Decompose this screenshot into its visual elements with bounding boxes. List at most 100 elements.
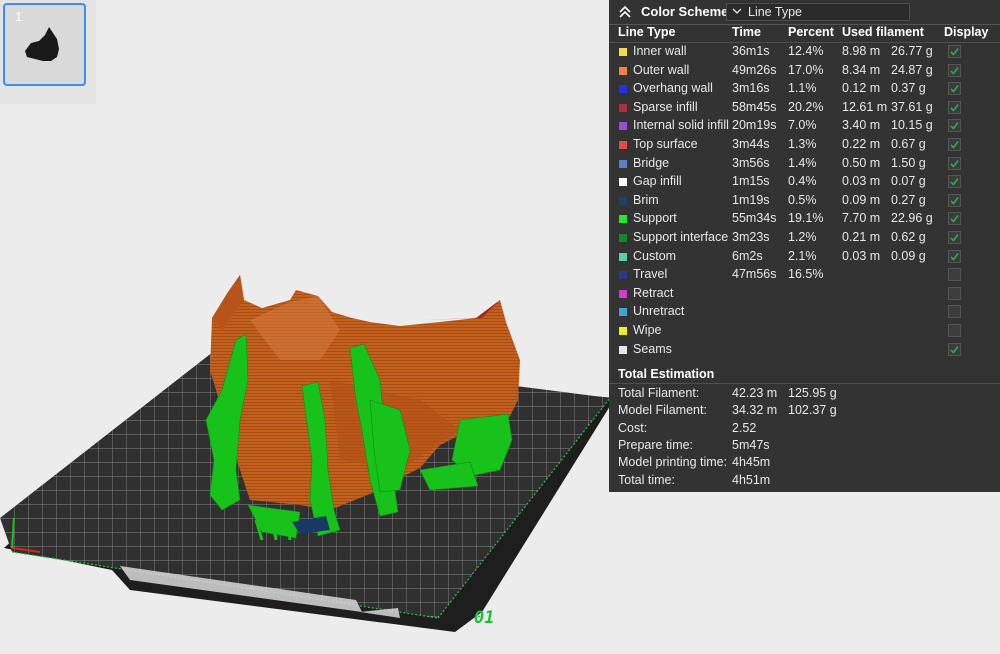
line-type-percent: 19.1% xyxy=(788,211,824,226)
line-type-row: Travel 47m56s 16.5% xyxy=(609,266,1000,284)
checkmark-icon xyxy=(950,159,959,168)
estimation-label: Model Filament: xyxy=(618,403,707,418)
checkmark-icon xyxy=(950,345,959,354)
line-type-name: Internal solid infill xyxy=(633,118,729,133)
line-type-name: Unretract xyxy=(633,304,685,319)
line-type-row: Seams xyxy=(609,341,1000,359)
line-type-weight: 0.27 g xyxy=(891,192,926,207)
line-type-length: 0.03 m xyxy=(842,174,881,189)
line-type-name: Outer wall xyxy=(633,62,690,77)
line-type-weight: 22.96 g xyxy=(891,211,933,226)
color-swatch xyxy=(619,122,627,131)
estimation-row: Model printing time: 4h45m xyxy=(609,455,1000,472)
line-type-row: Internal solid infill 20m19s 7.0% 3.40 m… xyxy=(609,117,1000,135)
estimation-value: 42.23 m xyxy=(732,386,778,400)
line-type-weight: 37.61 g xyxy=(891,99,933,114)
line-type-time: 47m56s xyxy=(732,267,777,282)
estimation-value: 34.32 m xyxy=(732,403,778,418)
panel-title: Color Scheme xyxy=(641,4,729,19)
line-type-length: 0.50 m xyxy=(842,155,881,170)
line-type-percent: 1.4% xyxy=(788,155,817,170)
line-type-row: Brim 1m19s 0.5% 0.09 m 0.27 g xyxy=(609,192,1000,210)
color-swatch xyxy=(619,234,627,242)
color-swatch xyxy=(619,271,627,280)
display-checkbox[interactable] xyxy=(948,342,961,356)
line-type-name: Brim xyxy=(633,192,659,207)
estimation-label: Total time: xyxy=(618,472,675,487)
line-type-name: Gap infill xyxy=(633,174,682,189)
estimation-row: Total time: 4h51m xyxy=(609,473,1000,490)
line-type-row: Retract xyxy=(609,285,1000,303)
line-type-percent: 1.3% xyxy=(788,137,817,151)
line-type-time: 3m44s xyxy=(732,137,770,151)
color-scheme-value: Line Type xyxy=(748,5,802,19)
total-estimation-title: Total Estimation xyxy=(618,367,715,381)
line-type-name: Sparse infill xyxy=(633,99,698,114)
line-type-length: 0.22 m xyxy=(842,137,881,151)
checkmark-icon xyxy=(950,196,959,205)
display-checkbox[interactable] xyxy=(948,324,961,337)
checkmark-icon xyxy=(950,48,959,56)
line-type-length: 7.70 m xyxy=(842,211,881,226)
line-type-name: Inner wall xyxy=(633,44,687,58)
display-checkbox[interactable] xyxy=(948,138,961,151)
checkmark-icon xyxy=(950,178,959,186)
line-type-time: 36m1s xyxy=(732,44,770,58)
display-checkbox[interactable] xyxy=(948,286,961,300)
line-type-name: Support interface xyxy=(633,230,729,244)
plate-number: 01 xyxy=(474,608,495,628)
line-type-time: 55m34s xyxy=(732,211,777,226)
checkmark-icon xyxy=(950,141,959,149)
panel-header: Color Scheme Line Type xyxy=(609,0,1000,25)
line-type-name: Support xyxy=(633,211,677,226)
display-checkbox[interactable] xyxy=(948,100,961,114)
display-checkbox[interactable] xyxy=(948,268,961,282)
display-checkbox[interactable] xyxy=(948,63,961,77)
line-type-percent: 0.4% xyxy=(788,174,817,189)
line-type-weight: 10.15 g xyxy=(891,118,933,133)
color-swatch xyxy=(619,345,627,354)
header-used-filament: Used filament xyxy=(842,25,924,39)
line-type-row: Top surface 3m44s 1.3% 0.22 m 0.67 g xyxy=(609,136,1000,154)
line-type-length: 12.61 m xyxy=(842,99,888,114)
line-type-percent: 1.1% xyxy=(788,81,817,96)
line-type-name: Wipe xyxy=(633,323,662,337)
display-checkbox[interactable] xyxy=(948,249,961,263)
color-swatch xyxy=(619,289,627,298)
line-type-length: 8.98 m xyxy=(842,44,881,58)
line-type-weight: 1.50 g xyxy=(891,155,926,170)
estimation-label: Prepare time: xyxy=(618,437,694,452)
line-type-time: 58m45s xyxy=(732,99,777,114)
line-type-row: Gap infill 1m15s 0.4% 0.03 m 0.07 g xyxy=(609,173,1000,191)
estimation-value: 5m47s xyxy=(732,437,770,452)
plate-thumbnail[interactable]: 1 xyxy=(3,3,86,86)
display-checkbox[interactable] xyxy=(948,305,961,319)
line-type-name: Bridge xyxy=(633,155,670,170)
display-checkbox[interactable] xyxy=(948,212,961,226)
display-checkbox[interactable] xyxy=(948,119,961,133)
line-type-length: 0.21 m xyxy=(842,230,881,244)
display-checkbox[interactable] xyxy=(948,193,961,207)
estimation-row: Total Filament: 42.23 m 125.95 g xyxy=(609,386,1000,403)
line-type-percent: 7.0% xyxy=(788,118,817,133)
line-type-percent: 16.5% xyxy=(788,267,824,282)
color-swatch xyxy=(619,215,627,224)
color-scheme-select[interactable]: Line Type xyxy=(726,3,910,21)
color-swatch xyxy=(619,141,627,149)
checkmark-icon xyxy=(950,85,959,93)
line-type-weight: 0.07 g xyxy=(891,174,926,189)
line-type-name: Travel xyxy=(633,267,668,282)
display-checkbox[interactable] xyxy=(948,82,961,96)
display-checkbox[interactable] xyxy=(948,156,961,170)
display-checkbox[interactable] xyxy=(948,175,961,189)
line-type-row: Bridge 3m56s 1.4% 0.50 m 1.50 g xyxy=(609,155,1000,173)
estimation-extra: 125.95 g xyxy=(788,386,837,400)
display-checkbox[interactable] xyxy=(948,231,961,244)
color-swatch xyxy=(619,252,627,261)
plate-thumbnail-strip: 1 xyxy=(0,0,96,104)
line-type-weight: 26.77 g xyxy=(891,44,933,58)
line-type-name: Custom xyxy=(633,248,677,263)
chevron-up-double-icon[interactable] xyxy=(617,4,633,20)
line-type-time: 6m2s xyxy=(732,248,763,263)
display-checkbox[interactable] xyxy=(948,45,961,58)
